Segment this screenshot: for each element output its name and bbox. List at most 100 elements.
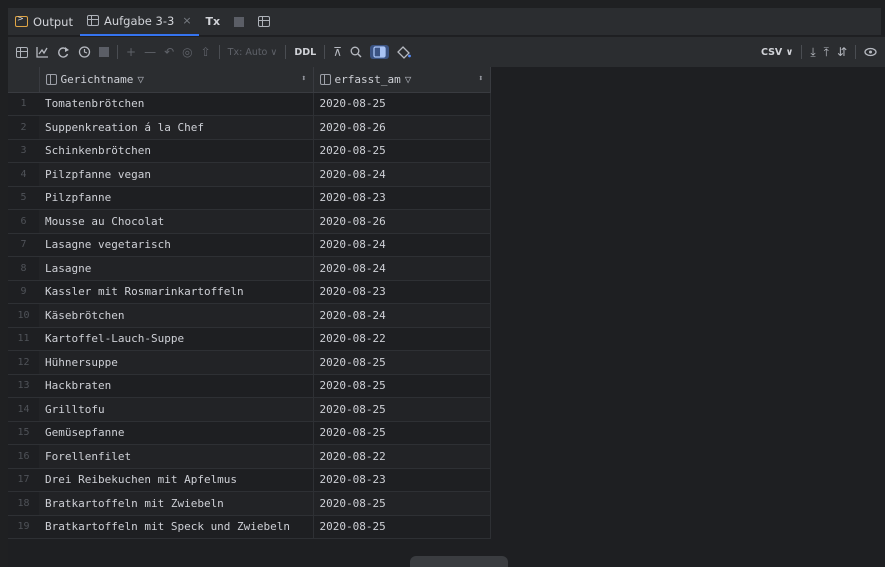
table-row[interactable]: 15 Gemüsepfanne 2020-08-25: [8, 421, 491, 445]
cell-erfasst-am[interactable]: 2020-08-24: [313, 162, 491, 187]
tx-mode-dropdown[interactable]: Tx: Auto ∨: [228, 47, 278, 58]
cell-erfasst-am[interactable]: 2020-08-22: [313, 327, 491, 351]
table-row[interactable]: 16 Forellenfilet 2020-08-22: [8, 444, 491, 469]
ddl-button[interactable]: DDL: [294, 47, 316, 58]
layout-button[interactable]: [251, 8, 277, 36]
table-row[interactable]: 3 Schinkenbrötchen 2020-08-25: [8, 139, 491, 163]
download-button[interactable]: ⤓: [810, 45, 815, 60]
cell-gerichtname[interactable]: Schinkenbrötchen: [39, 139, 314, 163]
cell-erfasst-am[interactable]: 2020-08-25: [313, 515, 491, 539]
cell-erfasst-am[interactable]: 2020-08-23: [313, 280, 491, 304]
cell-erfasst-am[interactable]: 2020-08-25: [313, 374, 491, 398]
horizontal-scrollbar[interactable]: [410, 556, 508, 567]
table-row[interactable]: 4 Pilzpfanne vegan 2020-08-24: [8, 162, 491, 187]
table-row[interactable]: 19 Bratkartoffeln mit Speck und Zwiebeln 2…: [8, 515, 491, 539]
row-number: 12: [8, 350, 39, 375]
table-row[interactable]: 8 Lasagne 2020-08-24: [8, 256, 491, 281]
cell-gerichtname[interactable]: Suppenkreation á la Chef: [39, 115, 314, 140]
cell-gerichtname[interactable]: Gemüsepfanne: [39, 421, 314, 445]
export-format-label: CSV: [760, 46, 783, 58]
column-header-label: Gerichtname: [60, 72, 134, 86]
view-button[interactable]: [864, 46, 877, 58]
layout-icon: [258, 16, 271, 27]
toolbar-right-group: CSV ∨ ⤓ ⤒ ⇵: [761, 45, 885, 60]
cell-erfasst-am[interactable]: 2020-08-25: [313, 397, 491, 422]
preview-button[interactable]: ◎: [182, 45, 192, 59]
close-tab-icon[interactable]: ×: [182, 14, 191, 27]
cell-erfasst-am[interactable]: 2020-08-25: [313, 421, 491, 445]
cell-gerichtname[interactable]: Tomatenbrötchen: [39, 92, 314, 116]
cell-gerichtname[interactable]: Pilzpfanne: [39, 186, 314, 210]
delete-row-button[interactable]: —: [144, 45, 156, 59]
cell-gerichtname[interactable]: Forellenfilet: [39, 444, 314, 469]
filter-icon[interactable]: ▽: [137, 73, 144, 86]
cell-erfasst-am[interactable]: 2020-08-26: [313, 209, 491, 234]
table-row[interactable]: 5 Pilzpfanne 2020-08-23: [8, 186, 491, 210]
cell-gerichtname[interactable]: Lasagne: [39, 256, 314, 281]
table-row[interactable]: 12 Hühnersuppe 2020-08-25: [8, 350, 491, 375]
cell-erfasst-am[interactable]: 2020-08-26: [313, 115, 491, 140]
paint-button[interactable]: [397, 45, 411, 59]
cell-erfasst-am[interactable]: 2020-08-24: [313, 303, 491, 328]
chevron-down-icon: ∨: [785, 46, 794, 58]
undo-icon: ↶: [164, 45, 175, 59]
table-row[interactable]: 1 Tomatenbrötchen 2020-08-25: [8, 92, 491, 116]
table-row[interactable]: 17 Drei Reibekuchen mit Apfelmus 2020-08-2…: [8, 468, 491, 492]
revert-button[interactable]: ↶: [164, 45, 174, 59]
cell-erfasst-am[interactable]: 2020-08-23: [313, 186, 491, 210]
cell-gerichtname[interactable]: Käsebrötchen: [39, 303, 314, 328]
filter-icon[interactable]: ▽: [405, 73, 412, 86]
table-row[interactable]: 9 Kassler mit Rosmarinkartoffeln 2020-08-2…: [8, 280, 491, 304]
sort-icon[interactable]: ⬍: [301, 74, 306, 84]
tab-tx[interactable]: Tx: [199, 8, 228, 36]
cell-erfasst-am[interactable]: 2020-08-25: [313, 491, 491, 516]
view-mode-button[interactable]: [370, 45, 389, 59]
paint-bucket-icon: [397, 45, 411, 59]
upload-button[interactable]: ⤒: [824, 45, 829, 60]
table-row[interactable]: 6 Mousse au Chocolat 2020-08-26: [8, 209, 491, 234]
search-button[interactable]: [350, 46, 362, 58]
table-row[interactable]: 7 Lasagne vegetarisch 2020-08-24: [8, 233, 491, 257]
cell-gerichtname[interactable]: Hackbraten: [39, 374, 314, 398]
cell-gerichtname[interactable]: Kassler mit Rosmarinkartoffeln: [39, 280, 314, 304]
pin-button[interactable]: ⊼: [333, 45, 342, 59]
history-button[interactable]: [78, 46, 91, 58]
submit-button[interactable]: ⇧: [201, 45, 211, 59]
table-row[interactable]: 13 Hackbraten 2020-08-25: [8, 374, 491, 398]
cancel-query-button[interactable]: [99, 47, 109, 57]
export-format-dropdown[interactable]: CSV ∨: [761, 47, 793, 58]
sort-icon[interactable]: ⬍: [478, 74, 483, 84]
cell-erfasst-am[interactable]: 2020-08-25: [313, 139, 491, 163]
tab-aufgabe[interactable]: Aufgabe 3-3 ×: [79, 8, 199, 36]
table-row[interactable]: 11 Kartoffel-Lauch-Suppe 2020-08-22: [8, 327, 491, 351]
row-number: 10: [8, 303, 39, 328]
cell-gerichtname[interactable]: Hühnersuppe: [39, 350, 314, 375]
chart-view-button[interactable]: [36, 46, 49, 58]
add-row-button[interactable]: +: [126, 45, 136, 59]
cell-erfasst-am[interactable]: 2020-08-25: [313, 350, 491, 375]
table-row[interactable]: 14 Grilltofu 2020-08-25: [8, 397, 491, 422]
cell-gerichtname[interactable]: Lasagne vegetarisch: [39, 233, 314, 257]
column-header-gerichtname[interactable]: Gerichtname ▽ ⬍: [39, 67, 314, 93]
table-row[interactable]: 10 Käsebrötchen 2020-08-24: [8, 303, 491, 328]
cell-erfasst-am[interactable]: 2020-08-25: [313, 92, 491, 116]
cell-gerichtname[interactable]: Pilzpfanne vegan: [39, 162, 314, 187]
cell-gerichtname[interactable]: Mousse au Chocolat: [39, 209, 314, 234]
tab-output[interactable]: Output: [8, 8, 80, 36]
table-row[interactable]: 2 Suppenkreation á la Chef 2020-08-26: [8, 115, 491, 140]
cell-gerichtname[interactable]: Grilltofu: [39, 397, 314, 422]
table-row[interactable]: 18 Bratkartoffeln mit Zwiebeln 2020-08-25: [8, 491, 491, 516]
column-header-erfasst-am[interactable]: erfasst_am ▽ ⬍: [313, 67, 491, 93]
cell-gerichtname[interactable]: Bratkartoffeln mit Zwiebeln: [39, 491, 314, 516]
cell-gerichtname[interactable]: Bratkartoffeln mit Speck und Zwiebeln: [39, 515, 314, 539]
reload-button[interactable]: [57, 46, 70, 58]
cell-erfasst-am[interactable]: 2020-08-24: [313, 256, 491, 281]
stop-button[interactable]: [227, 8, 251, 36]
cell-erfasst-am[interactable]: 2020-08-23: [313, 468, 491, 492]
table-view-button[interactable]: [16, 46, 28, 58]
cell-erfasst-am[interactable]: 2020-08-24: [313, 233, 491, 257]
compare-button[interactable]: ⇵: [837, 45, 847, 59]
cell-gerichtname[interactable]: Kartoffel-Lauch-Suppe: [39, 327, 314, 351]
cell-gerichtname[interactable]: Drei Reibekuchen mit Apfelmus: [39, 468, 314, 492]
cell-erfasst-am[interactable]: 2020-08-22: [313, 444, 491, 469]
